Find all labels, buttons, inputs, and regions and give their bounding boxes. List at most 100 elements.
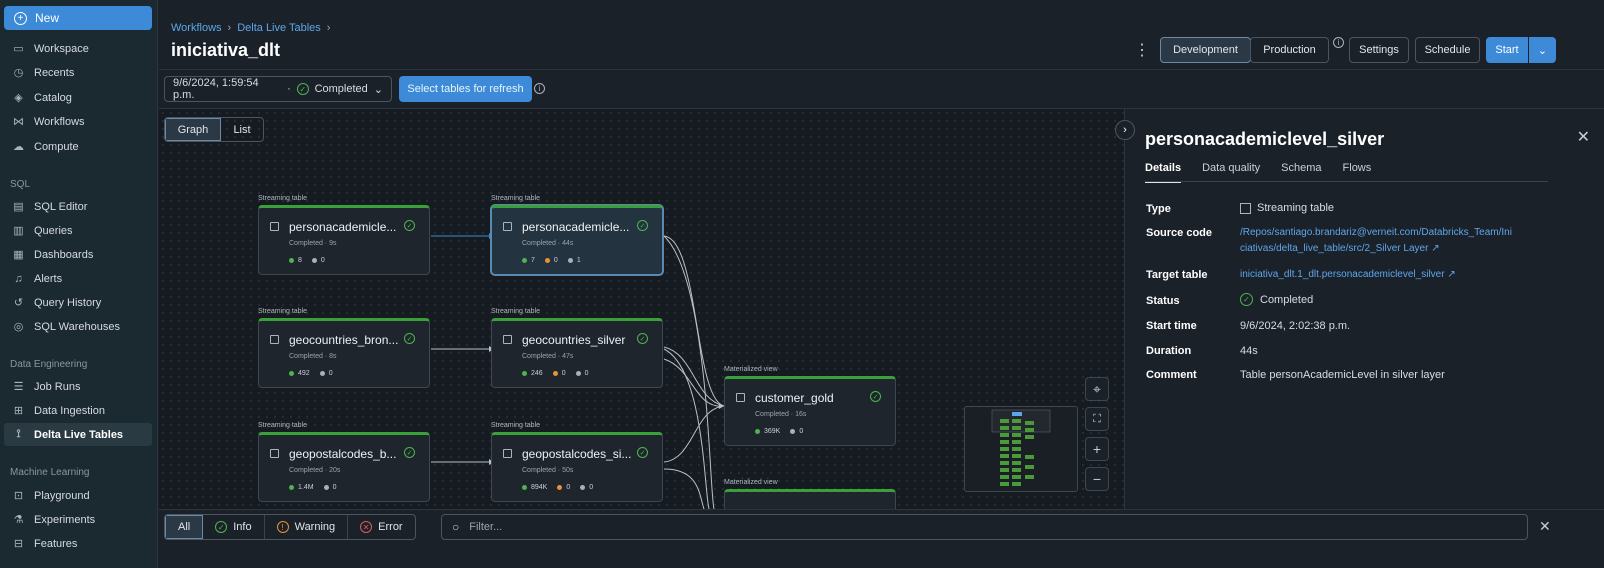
close-icon[interactable]: ✕ <box>1577 127 1590 147</box>
features-icon: ⊟ <box>13 538 24 550</box>
tab-data-quality[interactable]: Data quality <box>1202 162 1260 183</box>
filter-error[interactable]: ✕ Error <box>348 515 414 539</box>
fit-view-icon[interactable]: ⌖ <box>1085 377 1109 401</box>
select-tables-for-refresh-button[interactable]: Select tables for refresh <box>399 76 532 102</box>
filter-warning[interactable]: ! Warning <box>265 515 349 539</box>
success-dot <box>522 370 527 376</box>
edge <box>663 348 710 509</box>
sidebar-item-catalog[interactable]: ◈ Catalog <box>4 86 152 109</box>
neutral-dot <box>311 257 317 263</box>
info-icon[interactable]: i <box>1333 37 1344 48</box>
settings-button[interactable]: Settings <box>1349 37 1409 63</box>
event-log-bar: All ✓ Info ! Warning ✕ Error ○ Filter... ✕ <box>159 509 1604 568</box>
sidebar-section-data-engineering: Data Engineering <box>10 359 88 370</box>
list-icon: ☰ <box>13 381 24 393</box>
sidebar-item-workspace[interactable]: ▭ Workspace <box>4 37 152 60</box>
zoom-out-icon[interactable]: − <box>1085 467 1109 491</box>
details-title: personacademiclevel_silver <box>1145 129 1385 149</box>
start-time-label: Start time <box>1146 320 1197 332</box>
sidebar-item-job-runs[interactable]: ☰ Job Runs <box>4 375 152 398</box>
development-button[interactable]: Development <box>1160 37 1251 63</box>
sidebar-item-query-history[interactable]: ↺ Query History <box>4 291 152 314</box>
check-circle-icon: ✓ <box>296 83 309 95</box>
new-button[interactable]: + New <box>4 6 152 30</box>
check-circle-icon: ✓ <box>870 391 881 402</box>
duration-label: Duration <box>1146 345 1192 357</box>
start-button[interactable]: Start <box>1486 37 1528 63</box>
run-selector[interactable]: 9/6/2024, 1:59:54 p.m. · ✓ Completed ⌄ <box>164 76 392 102</box>
fullscreen-icon[interactable]: ⛶ <box>1085 407 1109 431</box>
node-kind-label: Materialized view <box>724 366 778 373</box>
error-icon: ✕ <box>360 521 373 533</box>
tab-details[interactable]: Details <box>1145 162 1182 183</box>
graph-node-personacademiclevel-silver[interactable]: personacademicle... ✓ Completed · 44s 70… <box>491 205 663 275</box>
schedule-button[interactable]: Schedule <box>1415 37 1480 63</box>
edge <box>663 468 705 509</box>
start-dropdown-button[interactable]: ⌄ <box>1529 37 1556 63</box>
filter-all[interactable]: All <box>165 515 204 539</box>
success-dot <box>522 257 527 263</box>
warning-dot <box>557 484 563 490</box>
queries-icon: ▥ <box>13 225 24 237</box>
success-dot <box>289 484 294 490</box>
kebab-menu-icon[interactable]: ⋮ <box>1134 40 1150 60</box>
sidebar-item-recents[interactable]: ◷ Recents <box>4 61 152 84</box>
sidebar-item-sql-warehouses[interactable]: ◎ SQL Warehouses <box>4 315 152 338</box>
zoom-in-icon[interactable]: + <box>1085 437 1109 461</box>
breadcrumb-workflows[interactable]: Workflows <box>171 22 222 34</box>
sidebar-item-workflows[interactable]: ⋈ Workflows <box>4 110 152 133</box>
graph-node-geocountries-bronze[interactable]: geocountries_bron... ✓ Completed · 8s 49… <box>258 318 430 388</box>
close-icon[interactable]: ✕ <box>1539 518 1551 535</box>
minimap-graph <box>991 409 1051 486</box>
page-title: iniciativa_dlt <box>171 40 281 60</box>
neutral-dot <box>580 484 586 490</box>
sidebar-item-features[interactable]: ⊟ Features <box>4 532 152 555</box>
sidebar-item-data-ingestion[interactable]: ⊞ Data Ingestion <box>4 399 152 422</box>
neutral-dot <box>575 370 581 376</box>
external-link-icon: ↗ <box>1431 243 1440 254</box>
sidebar-item-compute[interactable]: ☁ Compute <box>4 135 152 158</box>
check-circle-icon: ✓ <box>1240 293 1253 306</box>
target-table-link[interactable]: iniciativa_dlt.1_dlt.personacademiclevel… <box>1240 269 1456 280</box>
sidebar-item-experiments[interactable]: ⚗ Experiments <box>4 508 152 531</box>
check-circle-icon: ✓ <box>637 333 648 344</box>
graph-node-materialized-view[interactable] <box>724 489 896 509</box>
graph-node-geopostalcodes-bronze[interactable]: geopostalcodes_b... ✓ Completed · 20s 1.… <box>258 432 430 502</box>
source-code-link[interactable]: /Repos/santiago.brandariz@verneit.com/Da… <box>1240 227 1512 254</box>
node-kind-label: Streaming table <box>491 422 541 429</box>
sidebar-item-delta-live-tables[interactable]: ⟟ Delta Live Tables <box>4 423 152 446</box>
minimap-node <box>1012 412 1022 416</box>
source-code-label: Source code <box>1146 227 1213 239</box>
graph-node-geopostalcodes-silver[interactable]: geopostalcodes_si... ✓ Completed · 50s 8… <box>491 432 663 502</box>
graph-node-customer-gold[interactable]: customer_gold ✓ Completed · 16s 369K 0 <box>724 376 896 446</box>
success-dot <box>522 484 527 490</box>
graph-node-geocountries-silver[interactable]: geocountries_silver ✓ Completed · 47s 24… <box>491 318 663 388</box>
filter-info[interactable]: ✓ Info <box>203 515 265 539</box>
sidebar-item-alerts[interactable]: ♫ Alerts <box>4 267 152 290</box>
filter-input[interactable]: ○ Filter... <box>441 514 1528 540</box>
success-dot <box>289 370 294 376</box>
tab-schema[interactable]: Schema <box>1281 162 1321 183</box>
node-kind-label: Streaming table <box>258 308 308 315</box>
cloud-icon: ☁ <box>13 141 24 153</box>
check-circle-icon: ✓ <box>637 220 648 231</box>
sidebar-item-sql-editor[interactable]: ▤ SQL Editor <box>4 195 152 218</box>
playground-icon: ⊡ <box>13 490 24 502</box>
sidebar-section-sql: SQL <box>10 179 31 190</box>
graph-canvas[interactable]: Graph List Streaming table personacademi… <box>159 109 1124 509</box>
comment-label: Comment <box>1146 369 1197 381</box>
info-icon[interactable]: i <box>534 83 545 94</box>
collapse-panel-icon[interactable]: › <box>1115 120 1135 140</box>
sidebar-item-dashboards[interactable]: ▦ Dashboards <box>4 243 152 266</box>
main-area: Workflows › Delta Live Tables › iniciati… <box>159 0 1604 568</box>
warning-dot <box>544 257 550 263</box>
workflows-icon: ⋈ <box>13 116 24 128</box>
minimap[interactable] <box>964 406 1078 492</box>
sidebar-item-playground[interactable]: ⊡ Playground <box>4 484 152 507</box>
production-button[interactable]: Production <box>1250 37 1329 63</box>
tab-flows[interactable]: Flows <box>1343 162 1372 183</box>
breadcrumb-delta-live-tables[interactable]: Delta Live Tables <box>237 22 321 34</box>
graph-node-personacademiclevel-bronze[interactable]: personacademicle... ✓ Completed · 9s 80 <box>258 205 430 275</box>
node-kind-label: Materialized view <box>724 479 778 486</box>
sidebar-item-queries[interactable]: ▥ Queries <box>4 219 152 242</box>
